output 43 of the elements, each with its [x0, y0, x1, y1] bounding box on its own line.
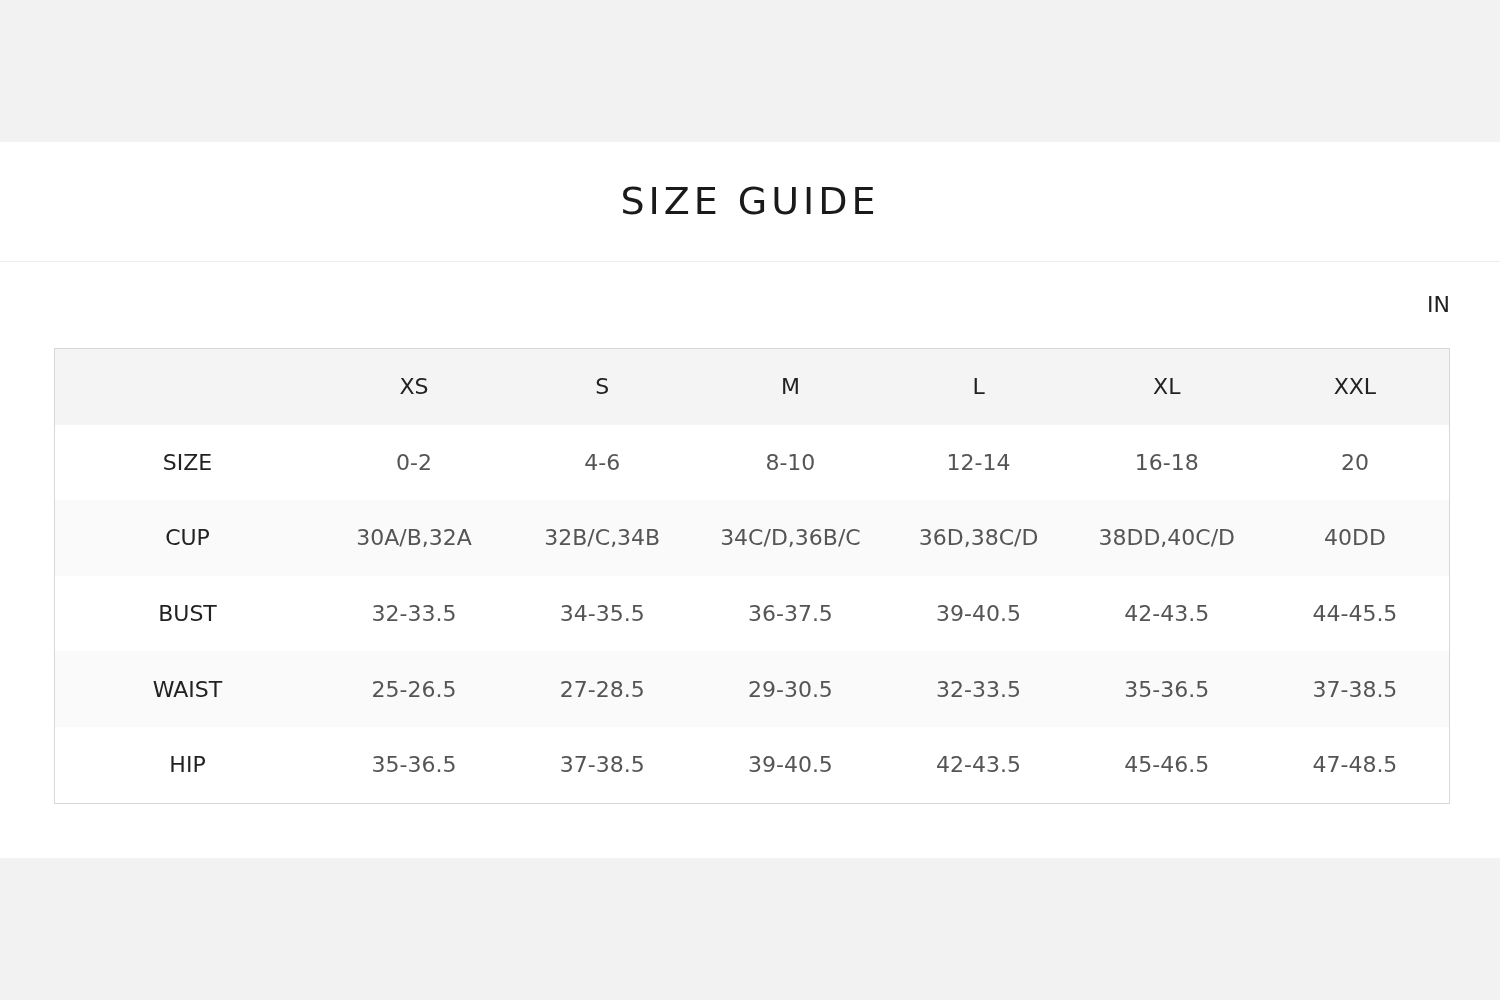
table-cell-text: 36D,38C/D [918, 524, 1039, 553]
table-cell-text: 34-35.5 [559, 600, 645, 629]
table-cell-text: 32-33.5 [936, 675, 1022, 704]
column-header: XS [399, 373, 429, 402]
table-cell-text: 12-14 [946, 448, 1011, 477]
table-cell-text: 0-2 [396, 448, 433, 477]
table-cell-text: 37-38.5 [1312, 675, 1398, 704]
table-cell-text: 30A/B,32A [356, 524, 472, 553]
table-cell-text: 35-36.5 [371, 751, 457, 780]
table-cell-text: 32B/C,34B [544, 524, 661, 553]
table-cell-text: 27-28.5 [559, 675, 645, 704]
table-cell-text: 44-45.5 [1312, 600, 1398, 629]
column-header: XL [1153, 373, 1181, 402]
table-cell-text: 42-43.5 [1124, 600, 1210, 629]
row-label: CUP [165, 524, 210, 553]
table-cell-text: 39-40.5 [747, 751, 833, 780]
table-cell-text: 35-36.5 [1124, 675, 1210, 704]
column-header: S [595, 373, 610, 402]
column-header: L [972, 373, 985, 402]
unit-label: IN [1427, 291, 1450, 319]
column-header: XXL [1333, 373, 1377, 402]
table-cell-text: 32-33.5 [371, 600, 457, 629]
row-label: WAIST [152, 675, 223, 704]
table-cell-text: 36-37.5 [747, 600, 833, 629]
table-cell-text: 42-43.5 [936, 751, 1022, 780]
table-cell-text: 37-38.5 [559, 751, 645, 780]
table-cell-text: 34C/D,36B/C [720, 524, 861, 553]
table-cell-text: 38DD,40C/D [1098, 524, 1236, 553]
column-header: M [780, 373, 800, 402]
table-cell-text: 40DD [1323, 524, 1386, 553]
table-cell-text: 29-30.5 [747, 675, 833, 704]
table-cell-text: 25-26.5 [371, 675, 457, 704]
table-cell-text: 16-18 [1134, 448, 1199, 477]
row-label: BUST [158, 600, 217, 629]
table-cell-text: 47-48.5 [1312, 751, 1398, 780]
table-cell-text: 39-40.5 [936, 600, 1022, 629]
page-title: SIZE GUIDE [620, 178, 880, 225]
row-label: SIZE [162, 448, 213, 477]
table-cell-text: 4-6 [584, 448, 621, 477]
table-cell-text: 8-10 [765, 448, 816, 477]
row-label: HIP [169, 751, 206, 780]
table-cell-text: 20 [1340, 448, 1369, 477]
table-cell-text: 45-46.5 [1124, 751, 1210, 780]
